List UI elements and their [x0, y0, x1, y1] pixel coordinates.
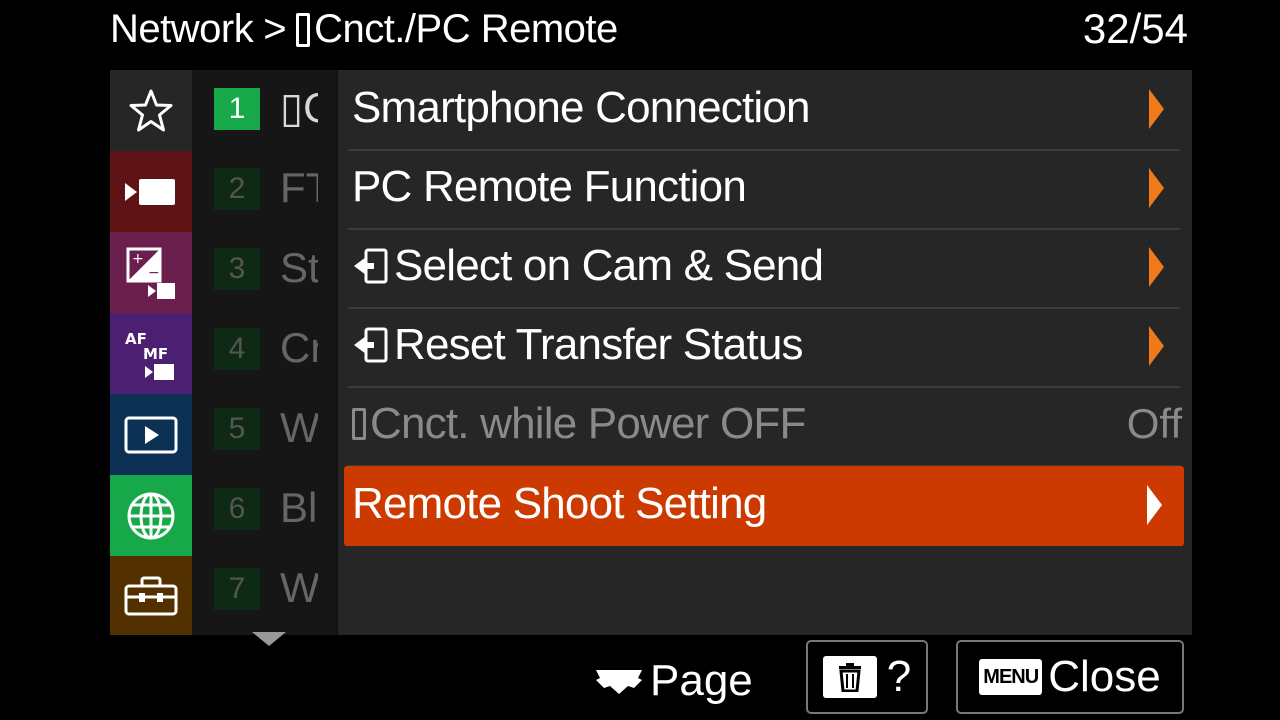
subpage-item[interactable]: 4 Cr	[192, 310, 336, 390]
menu-item-label: Cnct. while Power OFF	[370, 399, 806, 448]
close-button[interactable]: MENU Close	[956, 640, 1184, 714]
trash-icon	[822, 656, 877, 698]
af-mf-icon: AFMF	[125, 330, 174, 380]
tab-favorites[interactable]	[110, 70, 192, 151]
subpage-number: 6	[214, 488, 260, 530]
menu-item-remote-shoot-setting[interactable]: Remote Shoot Setting	[344, 466, 1184, 546]
menu-item-smartphone-connection[interactable]: Smartphone Connection	[348, 70, 1180, 151]
help-button[interactable]: ?	[806, 640, 928, 714]
subpage-abbr: ▯C	[280, 84, 318, 131]
menu-key-icon: MENU	[979, 659, 1043, 695]
svg-text:MF: MF	[143, 345, 168, 363]
send-to-smartphone-icon	[354, 248, 388, 284]
subpage-abbr: W	[280, 404, 318, 451]
svg-text:−: −	[148, 265, 160, 281]
send-to-smartphone-icon	[354, 327, 388, 363]
breadcrumb-current: Cnct./PC Remote	[314, 7, 618, 51]
chevron-right-icon	[1149, 247, 1164, 287]
help-label: ?	[886, 652, 912, 701]
tab-shooting[interactable]	[110, 151, 192, 232]
menu-item-label: Reset Transfer Status	[394, 320, 804, 369]
page-counter: 32/54	[1082, 5, 1188, 52]
header: Network > Cnct./PC Remote 32/54	[0, 0, 1280, 62]
subpage-item[interactable]: 6 Bl	[192, 470, 336, 550]
page-label: Page	[650, 656, 753, 705]
tab-focus[interactable]: AF MF	[110, 313, 192, 394]
chevron-right-icon	[1149, 168, 1164, 208]
playback-icon	[124, 416, 178, 453]
subpage-number: 2	[214, 168, 260, 210]
page-control[interactable]: Page	[594, 656, 753, 706]
subpage-item[interactable]: 3 St	[192, 230, 336, 310]
subpage-abbr: FT	[280, 164, 318, 211]
globe-icon	[127, 492, 175, 539]
toolbox-icon	[124, 576, 178, 615]
breadcrumb: Network > Cnct./PC Remote	[110, 6, 618, 52]
category-tabs: + − AF MF	[110, 70, 192, 635]
movie-camera-icon	[125, 178, 175, 205]
subpage-abbr: W	[280, 564, 318, 611]
menu-item-label: Smartphone Connection	[352, 83, 811, 132]
control-wheel-icon	[596, 670, 642, 694]
tab-network[interactable]	[110, 475, 192, 556]
subpage-list: 1 ▯C 2 FT 3 St 4 Cr 5 W 6 Bl 7 W	[192, 70, 336, 635]
subpage-abbr: St	[280, 244, 318, 291]
menu-item-reset-transfer-status[interactable]: Reset Transfer Status	[348, 307, 1180, 388]
subpage-item[interactable]: 5 W	[192, 390, 336, 470]
subpage-number: 5	[214, 408, 260, 450]
star-icon	[129, 89, 173, 131]
subpage-item[interactable]: 1 ▯C	[192, 70, 336, 150]
subpage-number: 7	[214, 568, 260, 610]
subpage-abbr: Bl	[280, 484, 318, 531]
menu-item-label: PC Remote Function	[352, 162, 747, 211]
chevron-right-icon	[1149, 89, 1164, 129]
tab-exposure-color[interactable]: + −	[110, 232, 192, 313]
breadcrumb-root: Network	[110, 7, 254, 51]
menu-item-label: Remote Shoot Setting	[352, 479, 767, 528]
smartphone-icon	[296, 13, 311, 47]
close-label: Close	[1048, 652, 1161, 701]
menu-item-select-on-cam-send[interactable]: Select on Cam & Send	[348, 228, 1180, 309]
menu-item-label: Select on Cam & Send	[394, 241, 824, 290]
menu-item-pc-remote-function[interactable]: PC Remote Function	[348, 149, 1180, 230]
subpage-number: 3	[214, 248, 260, 290]
setting-value: Off	[1126, 400, 1182, 447]
exposure-icon: +−	[126, 247, 175, 299]
footer: Page ? MENU Close	[0, 636, 1280, 720]
subpage-item[interactable]: 7 W	[192, 550, 336, 630]
subpage-number: 4	[214, 328, 260, 370]
menu-item-cnct-while-power-off[interactable]: Cnct. while Power OFF Off	[348, 386, 1182, 467]
menu-list: Smartphone Connection PC Remote Function…	[336, 70, 1192, 635]
chevron-right-icon	[1149, 326, 1164, 366]
subpage-item[interactable]: 2 FT	[192, 150, 336, 230]
breadcrumb-separator: >	[263, 7, 287, 51]
chevron-right-icon	[1147, 485, 1162, 525]
tab-setup[interactable]	[110, 556, 192, 635]
smartphone-icon	[352, 408, 366, 440]
subpage-number: 1	[214, 88, 260, 130]
svg-text:+: +	[132, 251, 144, 267]
tab-playback[interactable]	[110, 394, 192, 475]
subpage-abbr: Cr	[280, 324, 318, 371]
